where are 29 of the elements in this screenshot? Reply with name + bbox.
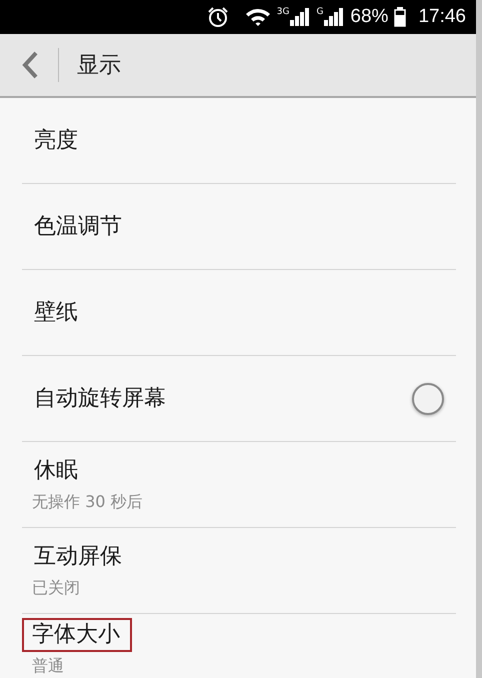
settings-item[interactable]: 自动旋转屏幕	[22, 356, 456, 442]
battery-percent: 68%	[350, 6, 388, 28]
item-title: 字体大小	[24, 620, 130, 650]
settings-item[interactable]: 休眠 无操作 30 秒后	[22, 442, 456, 528]
network-type: 3G	[276, 7, 290, 17]
item-title: 互动屏保	[33, 543, 123, 571]
page-title: 显示	[77, 52, 121, 80]
settings-item[interactable]: 互动屏保 已关闭	[22, 528, 456, 614]
signal-icon	[290, 8, 310, 26]
back-icon[interactable]	[22, 51, 38, 79]
item-title: 壁纸	[33, 298, 79, 326]
settings-item[interactable]: 壁纸	[22, 270, 456, 356]
settings-item[interactable]: 字体大小 普通	[22, 614, 456, 678]
network-type: G	[316, 7, 324, 17]
wifi-icon	[244, 7, 271, 27]
item-subtitle: 已关闭	[32, 578, 80, 599]
signal-icon	[324, 8, 344, 26]
item-subtitle: 无操作 30 秒后	[32, 492, 143, 513]
battery-icon	[394, 7, 406, 27]
settings-item[interactable]: 色温调节	[22, 184, 456, 270]
clock-time: 17:46	[418, 6, 466, 28]
item-title: 亮度	[33, 126, 79, 154]
toggle-switch[interactable]	[412, 382, 444, 414]
item-title: 色温调节	[33, 212, 123, 240]
item-title: 自动旋转屏幕	[33, 384, 167, 412]
item-title: 休眠	[33, 457, 79, 485]
alarm-clock-icon	[206, 6, 229, 28]
item-subtitle: 普通	[32, 656, 64, 677]
settings-item[interactable]: 亮度	[22, 98, 456, 184]
